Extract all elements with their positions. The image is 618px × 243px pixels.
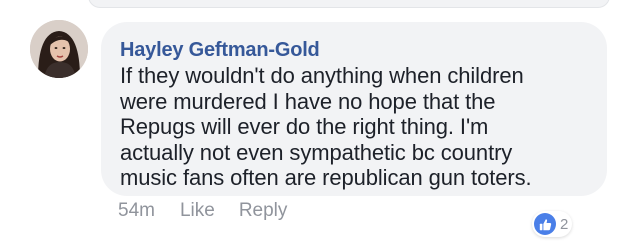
- comment-text: If they wouldn't do anything when childr…: [120, 63, 532, 190]
- like-button[interactable]: Like: [180, 200, 215, 222]
- reaction-summary[interactable]: 2: [532, 211, 573, 237]
- reply-button[interactable]: Reply: [239, 200, 288, 222]
- avatar[interactable]: [30, 20, 88, 78]
- comment-actions: 54m Like Reply: [118, 198, 311, 224]
- thumbs-up-icon: [534, 213, 556, 235]
- comment-author[interactable]: Hayley Geftman-Gold: [120, 38, 587, 62]
- comment-bubble: Hayley Geftman-Gold If they wouldn't do …: [101, 22, 607, 196]
- reaction-count: 2: [560, 215, 569, 233]
- previous-comment-bubble: [88, 0, 610, 8]
- comment-timestamp[interactable]: 54m: [118, 200, 155, 222]
